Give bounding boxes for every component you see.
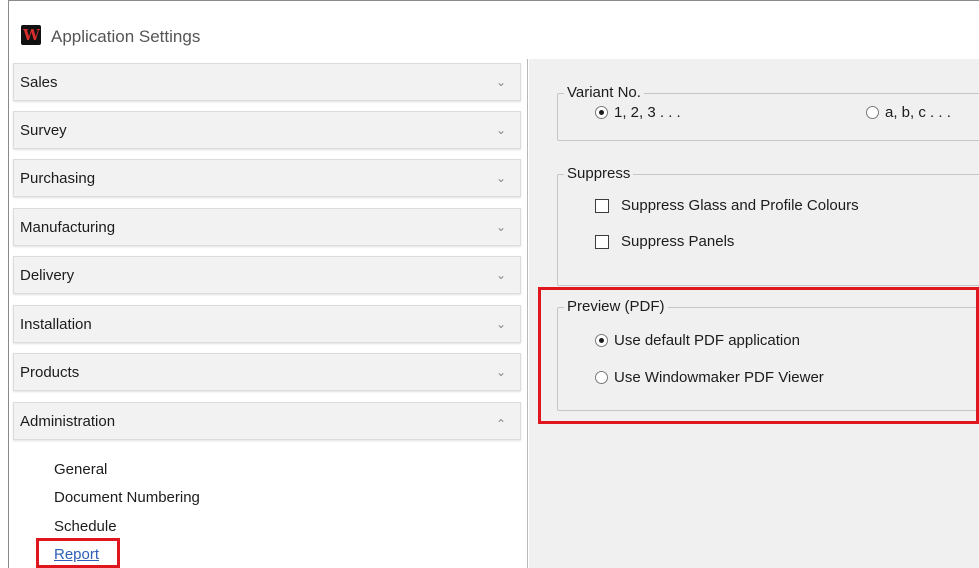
variant-alpha-label: a, b, c . . . xyxy=(885,104,951,121)
window-title: Application Settings xyxy=(51,27,201,46)
sub-item-schedule[interactable]: Schedule xyxy=(54,518,117,535)
accordion-label: Purchasing xyxy=(20,170,96,187)
chevron-up-icon: ⌃ xyxy=(495,417,506,431)
suppress-panels-checkbox[interactable] xyxy=(595,235,609,249)
windowmaker-logo-icon: W xyxy=(21,25,41,45)
chevron-down-icon: ⌄ xyxy=(495,220,506,234)
chevron-down-icon: ⌄ xyxy=(495,123,506,137)
accordion-label: Survey xyxy=(20,122,67,139)
accordion-label: Administration xyxy=(20,413,116,430)
settings-accordion: Sales ⌄ Survey ⌄ Purchasing ⌄ Manufactur… xyxy=(9,59,528,568)
preview-pdf-highlight xyxy=(538,287,979,424)
chevron-down-icon: ⌄ xyxy=(495,365,506,379)
suppress-panels-label: Suppress Panels xyxy=(621,233,735,250)
chevron-down-icon: ⌄ xyxy=(495,268,506,282)
accordion-label: Installation xyxy=(20,316,92,333)
logo-letter: W xyxy=(23,26,40,44)
application-settings-window: W Application Settings Sales ⌄ Survey ⌄ … xyxy=(8,0,979,568)
variant-numeric-radio[interactable] xyxy=(595,106,608,119)
chevron-down-icon: ⌄ xyxy=(495,171,506,185)
variant-no-legend: Variant No. xyxy=(564,84,644,101)
variant-alpha-radio[interactable] xyxy=(866,106,879,119)
accordion-purchasing[interactable]: Purchasing ⌄ xyxy=(13,159,521,197)
suppress-glass-profile-checkbox[interactable] xyxy=(595,199,609,213)
report-highlight xyxy=(36,538,120,568)
accordion-sales[interactable]: Sales ⌄ xyxy=(13,63,521,101)
accordion-delivery[interactable]: Delivery ⌄ xyxy=(13,256,521,294)
accordion-survey[interactable]: Survey ⌄ xyxy=(13,111,521,149)
sub-item-document-numbering[interactable]: Document Numbering xyxy=(54,489,200,506)
suppress-legend: Suppress xyxy=(564,165,634,182)
chevron-down-icon: ⌄ xyxy=(495,317,506,331)
suppress-glass-profile-label: Suppress Glass and Profile Colours xyxy=(621,197,859,214)
accordion-label: Manufacturing xyxy=(20,219,116,236)
sub-item-general[interactable]: General xyxy=(54,461,107,478)
title-bar: W Application Settings xyxy=(9,1,979,59)
chevron-down-icon: ⌄ xyxy=(495,75,506,89)
accordion-products[interactable]: Products ⌄ xyxy=(13,353,521,391)
accordion-label: Delivery xyxy=(20,267,75,284)
variant-no-group: Variant No. 1, 2, 3 . . . a, b, c . . . xyxy=(557,84,979,141)
accordion-installation[interactable]: Installation ⌄ xyxy=(13,305,521,343)
suppress-group: Suppress Suppress Glass and Profile Colo… xyxy=(557,165,979,286)
accordion-manufacturing[interactable]: Manufacturing ⌄ xyxy=(13,208,521,246)
accordion-label: Sales xyxy=(20,74,58,91)
accordion-administration[interactable]: Administration ⌃ xyxy=(13,402,521,440)
variant-numeric-label: 1, 2, 3 . . . xyxy=(614,104,681,121)
accordion-label: Products xyxy=(20,364,80,381)
